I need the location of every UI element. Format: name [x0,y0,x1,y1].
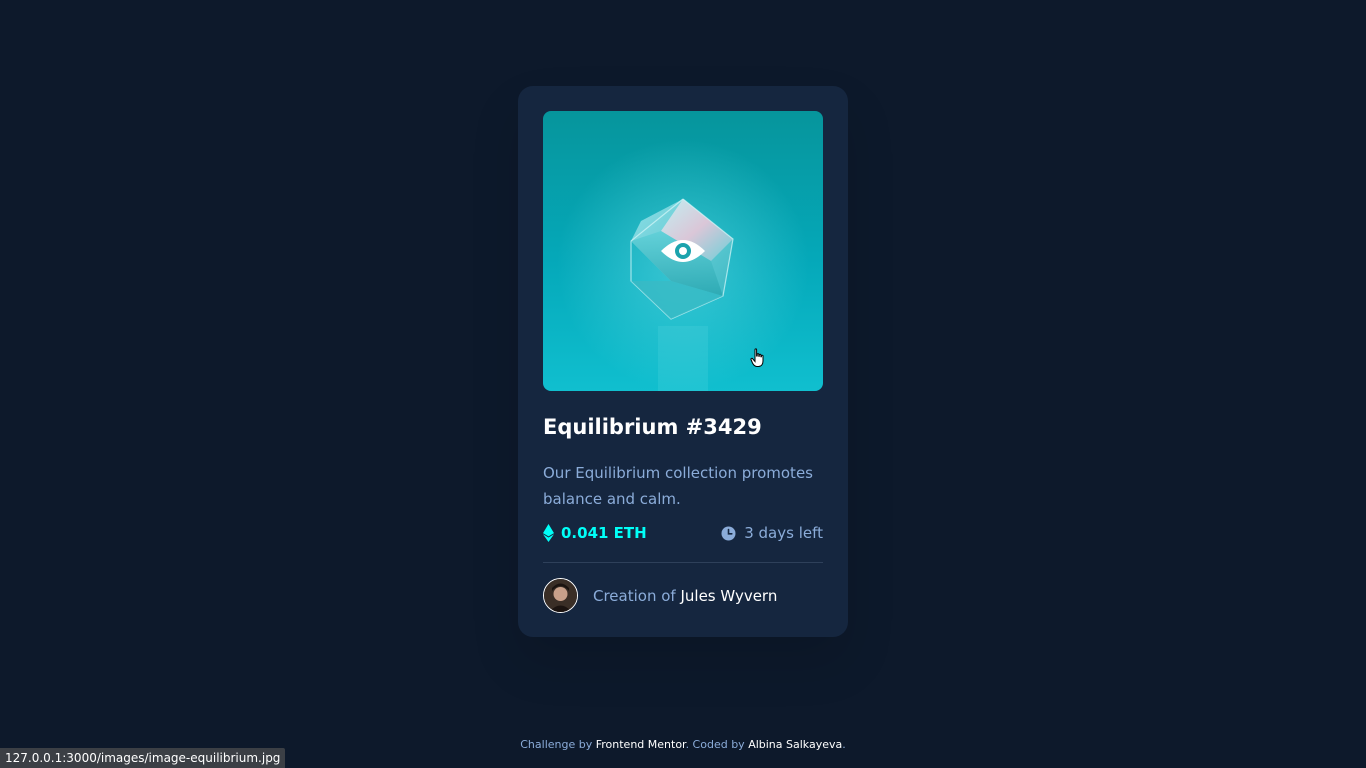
challenge-prefix: Challenge by [520,738,596,751]
divider [543,562,823,563]
page: Equilibrium #3429 Our Equilibrium collec… [0,0,1366,768]
author-link[interactable]: Albina Salkayeva [748,738,842,751]
hand-cursor-icon [750,348,764,367]
price-value: 0.041 ETH [561,524,647,542]
ethereum-icon [543,524,554,542]
time-left: 3 days left [721,524,823,542]
creator: Creation of Jules Wyvern [543,578,777,613]
creator-text: Creation of Jules Wyvern [593,587,777,605]
status-bar-url: 127.0.0.1:3000/images/image-equilibrium.… [0,748,286,768]
time-left-value: 3 days left [744,524,823,542]
creator-prefix: Creation of [593,586,681,605]
nft-card: Equilibrium #3429 Our Equilibrium collec… [518,86,848,637]
clock-icon [721,526,736,540]
attribution-suffix: . [842,738,846,751]
creator-name-link[interactable]: Jules Wyvern [680,587,777,605]
coded-prefix: . Coded by [685,738,749,751]
frontend-mentor-link[interactable]: Frontend Mentor [596,738,686,751]
card-meta: 0.041 ETH 3 days left [543,524,823,548]
card-description: Our Equilibrium collection promotes bala… [543,464,813,508]
price: 0.041 ETH [543,524,647,542]
nft-image-link[interactable] [543,111,823,391]
card-title[interactable]: Equilibrium #3429 [543,415,762,439]
avatar [543,578,578,613]
nft-image [543,111,823,391]
